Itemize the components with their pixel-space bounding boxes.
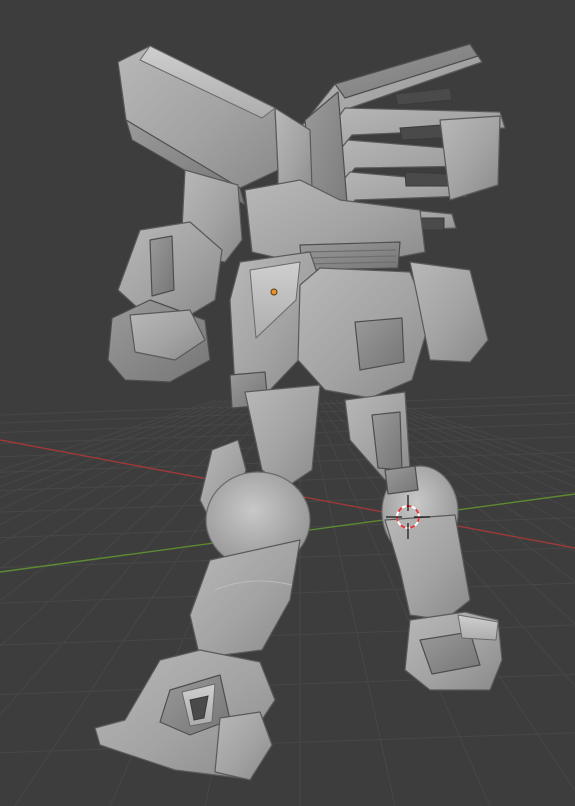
hip-armor[interactable] [229, 251, 489, 409]
origin-dot-icon[interactable] [270, 288, 278, 296]
right-leg[interactable] [381, 465, 471, 621]
3d-viewport[interactable] [0, 0, 575, 806]
viewport-scene[interactable] [0, 0, 575, 806]
right-foot[interactable] [404, 611, 503, 691]
grid-line [0, 732, 575, 754]
left-arm[interactable] [107, 169, 243, 383]
left-foot[interactable] [94, 649, 276, 781]
